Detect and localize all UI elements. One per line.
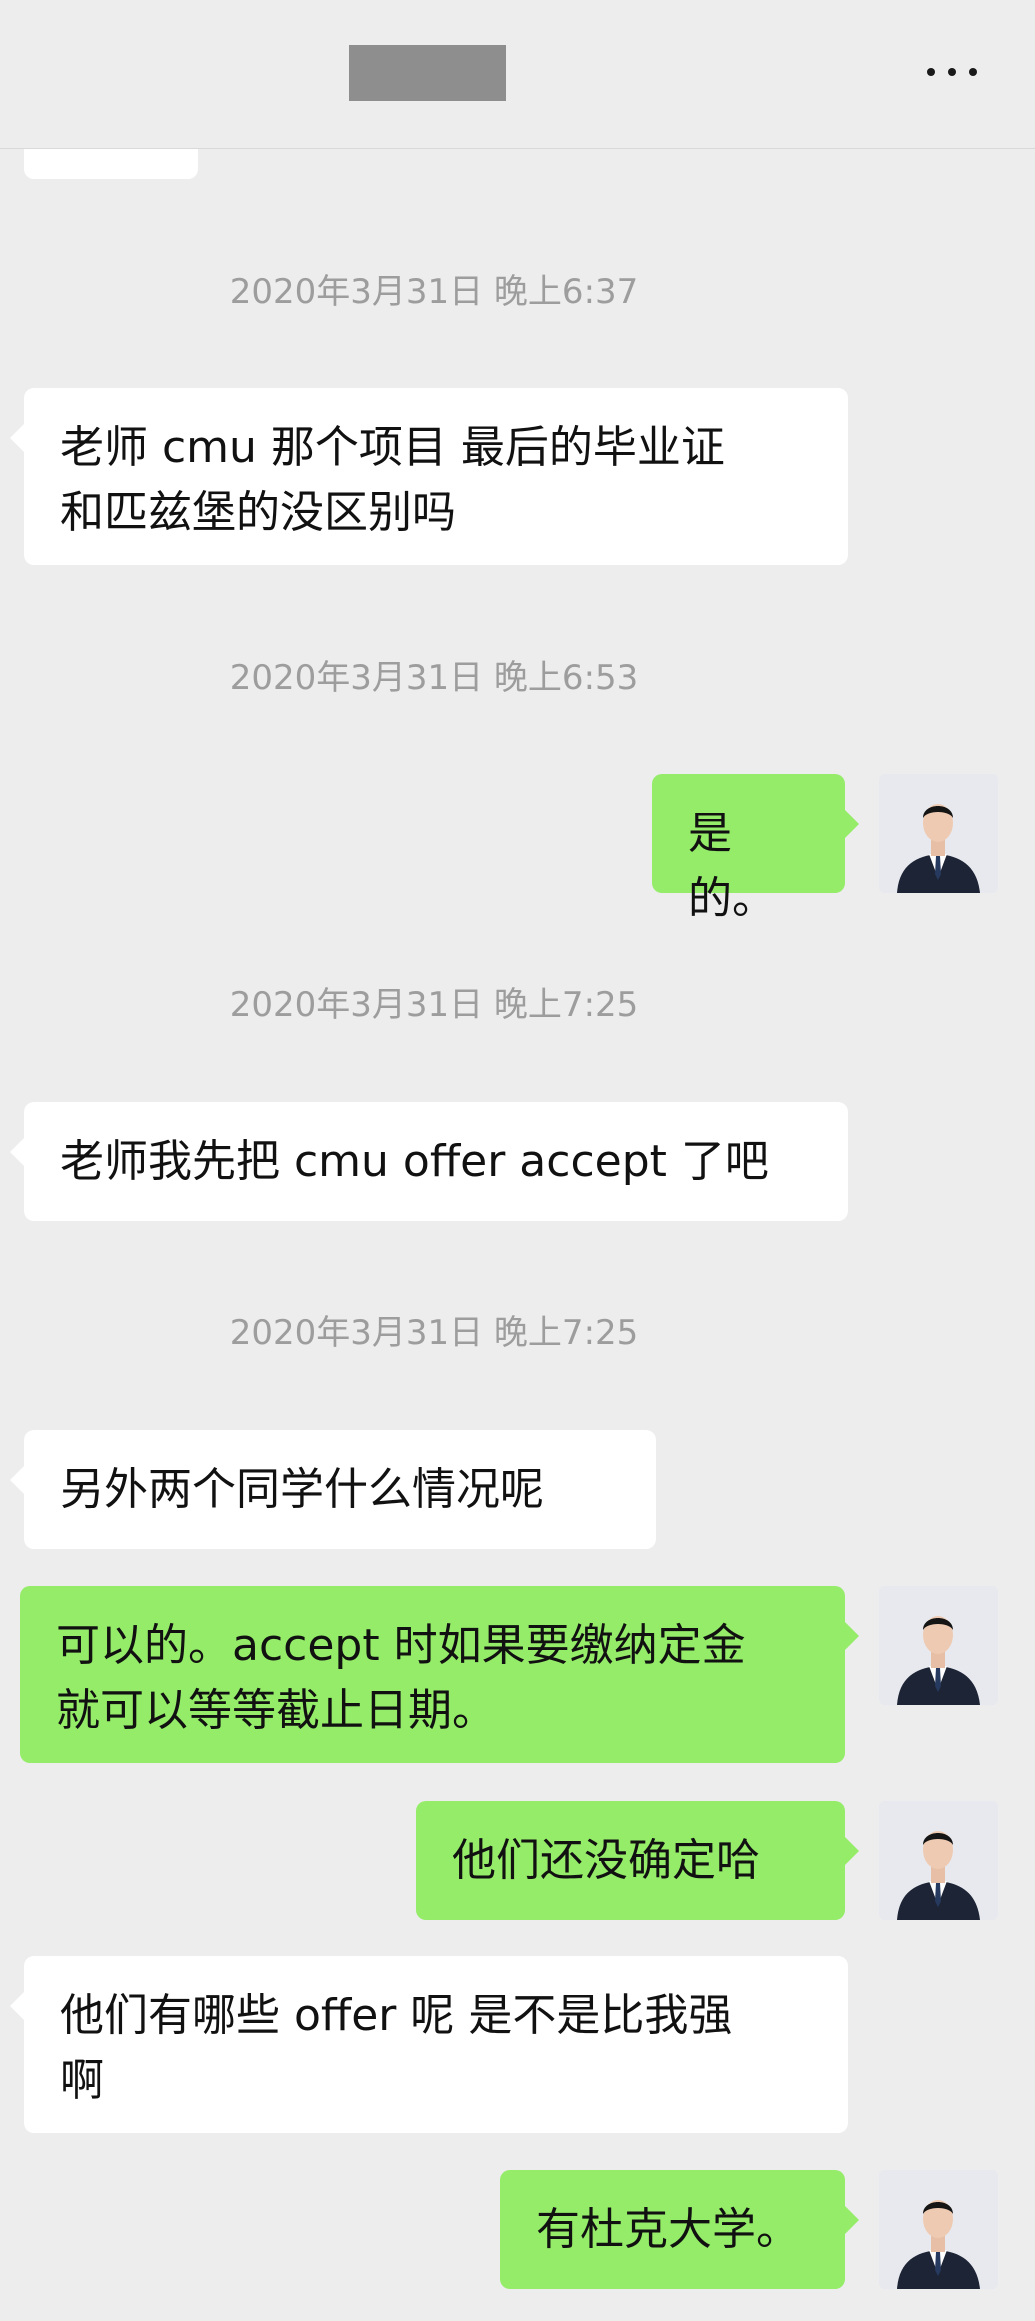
outgoing-message-bubble[interactable]: 他们还没确定哈 xyxy=(416,1801,859,1920)
partial-message-bubble xyxy=(24,149,198,179)
avatar[interactable] xyxy=(879,1801,998,1920)
message-text: 可以的。accept 时如果要缴纳定金 就可以等等截止日期。 xyxy=(56,1620,746,1736)
avatar-portrait-icon xyxy=(879,1801,998,1920)
more-dot xyxy=(969,68,977,76)
more-dot xyxy=(948,68,956,76)
avatar[interactable] xyxy=(879,2170,998,2289)
incoming-message-bubble[interactable]: 老师 cmu 那个项目 最后的毕业证 和匹兹堡的没区别吗 xyxy=(10,388,848,565)
message-text: 他们有哪些 offer 呢 是不是比我强 啊 xyxy=(60,1990,733,2106)
avatar-portrait-icon xyxy=(879,2170,998,2289)
incoming-message-bubble[interactable]: 另外两个同学什么情况呢 xyxy=(10,1430,656,1549)
message-text: 老师 cmu 那个项目 最后的毕业证 和匹兹堡的没区别吗 xyxy=(60,422,725,538)
avatar[interactable] xyxy=(879,774,998,893)
outgoing-message-bubble[interactable]: 可以的。accept 时如果要缴纳定金 就可以等等截止日期。 xyxy=(20,1586,859,1763)
message-text: 另外两个同学什么情况呢 xyxy=(60,1464,544,1515)
outgoing-message-bubble[interactable]: 有杜克大学。 xyxy=(500,2170,859,2289)
message-timestamp: 2020年3月31日 晚上7:25 xyxy=(229,985,639,1025)
message-text: 他们还没确定哈 xyxy=(452,1835,760,1886)
redacted-chat-title xyxy=(349,45,506,101)
chat-header xyxy=(0,0,1035,149)
outgoing-message-bubble[interactable]: 是的。 xyxy=(652,774,859,924)
avatar-portrait-icon xyxy=(879,774,998,893)
message-text: 有杜克大学。 xyxy=(536,2204,800,2255)
message-text: 是的。 xyxy=(688,808,776,924)
avatar[interactable] xyxy=(879,1586,998,1705)
avatar-portrait-icon xyxy=(879,1586,998,1705)
message-timestamp: 2020年3月31日 晚上7:25 xyxy=(229,1313,639,1353)
message-timestamp: 2020年3月31日 晚上6:37 xyxy=(229,272,639,312)
more-dot xyxy=(927,68,935,76)
message-text: 老师我先把 cmu offer accept 了吧 xyxy=(60,1136,769,1187)
more-dots-icon[interactable] xyxy=(927,64,977,80)
incoming-message-bubble[interactable]: 他们有哪些 offer 呢 是不是比我强 啊 xyxy=(10,1956,848,2133)
incoming-message-bubble[interactable]: 老师我先把 cmu offer accept 了吧 xyxy=(10,1102,848,1221)
message-timestamp: 2020年3月31日 晚上6:53 xyxy=(229,658,639,698)
